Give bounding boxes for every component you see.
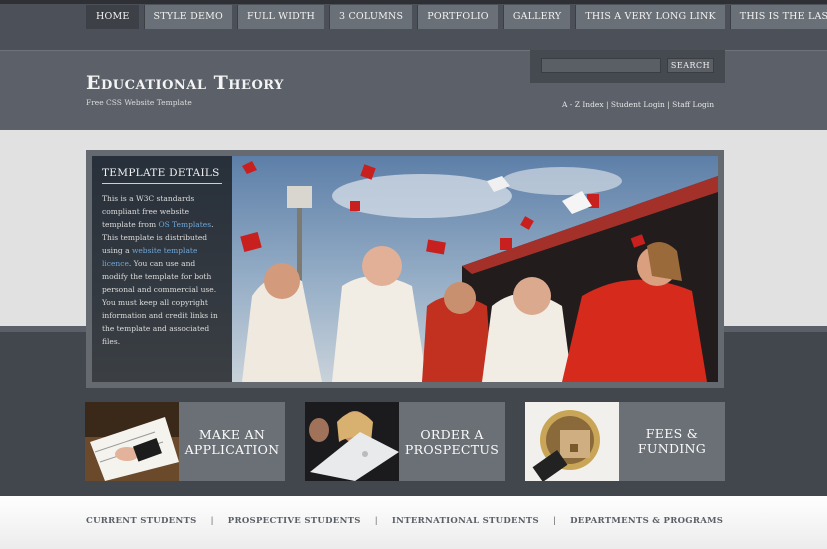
- footer-link-international-students[interactable]: INTERNATIONAL STUDENTS: [392, 516, 539, 526]
- footer-separator: |: [374, 516, 378, 526]
- fees-funding-label: FEES & FUNDING: [617, 402, 727, 481]
- fees-funding-box[interactable]: FEES & FUNDING: [525, 402, 725, 481]
- nav-item-style-demo[interactable]: STYLE DEMO: [143, 5, 232, 29]
- site-subtitle: Free CSS Website Template: [86, 98, 192, 107]
- footer-link-current-students[interactable]: CURRENT STUDENTS: [86, 516, 197, 526]
- details-text-part: . You can use and modify the template fo…: [102, 259, 218, 346]
- application-thumbnail: [85, 402, 179, 481]
- top-links-separator: |: [603, 100, 611, 109]
- footer-link-prospective-students[interactable]: PROSPECTIVE STUDENTS: [228, 516, 361, 526]
- footer-separator: |: [552, 516, 557, 526]
- make-application-label: MAKE AN APPLICATION: [179, 402, 285, 481]
- student-login-link[interactable]: Student Login: [611, 100, 665, 109]
- search-button[interactable]: SEARCH: [667, 58, 714, 73]
- az-index-link[interactable]: A - Z Index: [562, 100, 604, 109]
- nav-item-gallery[interactable]: GALLERY: [502, 5, 571, 29]
- main-nav: HOME STYLE DEMO FULL WIDTH 3 COLUMNS POR…: [86, 5, 827, 29]
- site-title[interactable]: Educational Theory: [86, 72, 284, 94]
- nav-item-3-columns[interactable]: 3 COLUMNS: [329, 5, 413, 29]
- promo-label-line: APPLICATION: [184, 441, 280, 457]
- os-templates-link[interactable]: OS Templates: [158, 220, 211, 229]
- template-details-title: TEMPLATE DETAILS: [102, 167, 222, 184]
- template-details-text: This is a W3C standards compliant free w…: [102, 192, 222, 348]
- nav-item-long-link[interactable]: THIS A VERY LONG LINK: [575, 5, 725, 29]
- footer-separator: |: [210, 516, 214, 526]
- make-application-box[interactable]: MAKE AN APPLICATION: [85, 402, 285, 481]
- promo-label-line: ORDER A: [420, 426, 484, 442]
- top-links: A - Z Index | Student Login | Staff Logi…: [562, 100, 714, 109]
- promo-label-line: PROSPECTUS: [404, 441, 500, 457]
- nav-item-last[interactable]: THIS IS THE LAST: [729, 5, 827, 29]
- template-details-panel: TEMPLATE DETAILS This is a W3C standards…: [92, 156, 232, 382]
- footer-nav: CURRENT STUDENTS | PROSPECTIVE STUDENTS …: [86, 516, 723, 526]
- search-input[interactable]: [541, 58, 661, 73]
- promo-label-line: FEES & FUNDING: [637, 426, 707, 456]
- nav-item-full-width[interactable]: FULL WIDTH: [237, 5, 324, 29]
- footer-link-departments-programs[interactable]: DEPARTMENTS & PROGRAMS: [570, 516, 723, 526]
- prospectus-thumbnail: [305, 402, 399, 481]
- fees-thumbnail: [525, 402, 619, 481]
- order-prospectus-label: ORDER A PROSPECTUS: [399, 402, 505, 481]
- promo-label-line: MAKE AN: [198, 426, 266, 442]
- staff-login-link[interactable]: Staff Login: [672, 100, 714, 109]
- nav-item-portfolio[interactable]: PORTFOLIO: [417, 5, 498, 29]
- nav-item-home[interactable]: HOME: [86, 5, 139, 29]
- order-prospectus-box[interactable]: ORDER A PROSPECTUS: [305, 402, 505, 481]
